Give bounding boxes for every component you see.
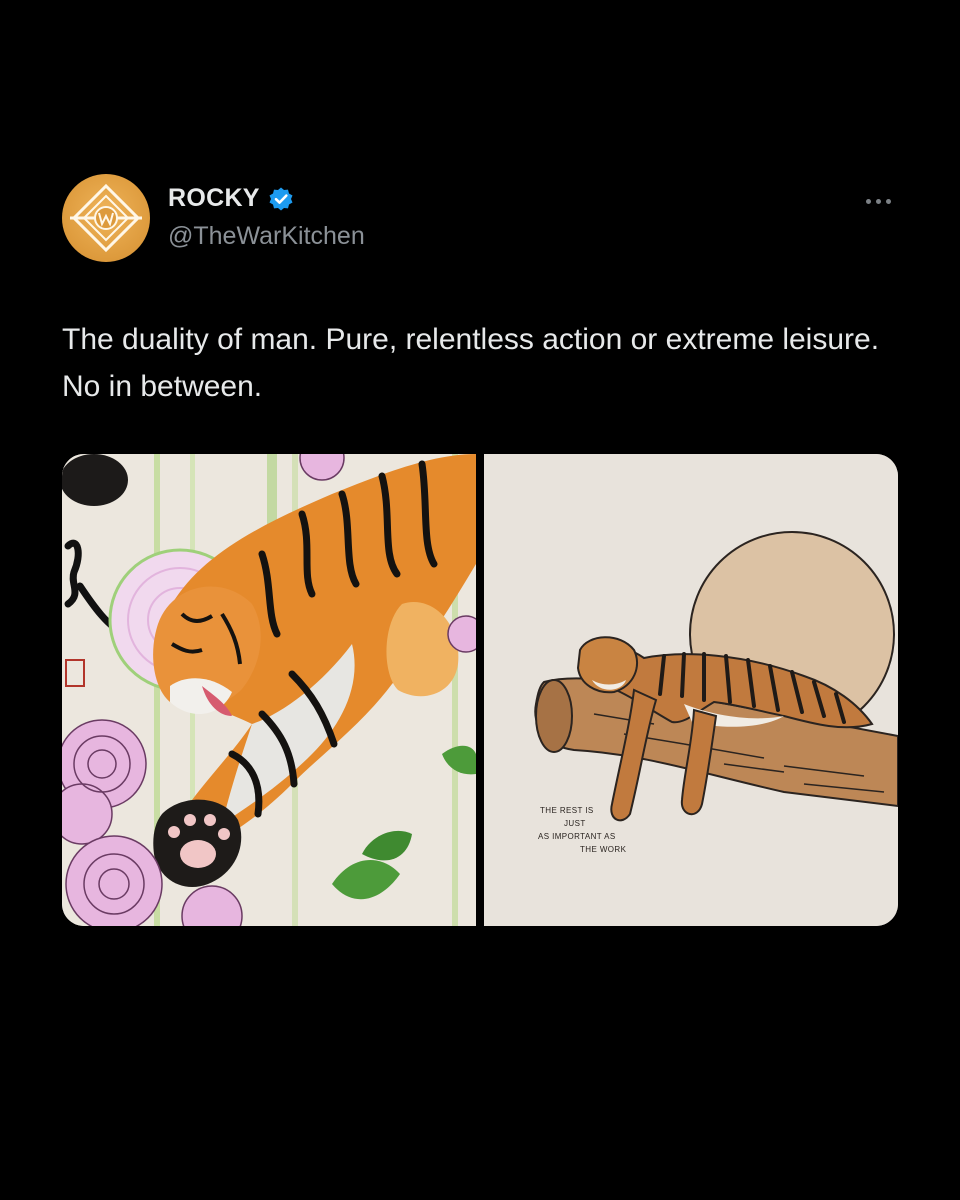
caption-line-4: THE WORK xyxy=(580,845,627,854)
more-dots-icon xyxy=(866,199,871,204)
avatar[interactable] xyxy=(62,174,150,262)
more-dot xyxy=(886,199,891,204)
author-handle[interactable]: @TheWarKitchen xyxy=(168,222,365,251)
media-image-1[interactable] xyxy=(62,454,476,926)
display-name[interactable]: ROCKY xyxy=(168,184,260,213)
leaping-tiger-painting-icon xyxy=(62,454,476,926)
tweet-media-grid: THE REST IS JUST AS IMPORTANT AS THE WOR… xyxy=(62,454,898,926)
caption-line-3: AS IMPORTANT AS xyxy=(538,832,616,841)
more-options-button[interactable] xyxy=(858,190,898,214)
more-dot xyxy=(876,199,881,204)
verified-badge-icon xyxy=(268,186,294,212)
war-kitchen-logo-icon xyxy=(70,183,142,253)
author-name-row[interactable]: ROCKY xyxy=(168,184,294,213)
tweet-text: The duality of man. Pure, relentless act… xyxy=(62,323,880,403)
media-image-2[interactable]: THE REST IS JUST AS IMPORTANT AS THE WOR… xyxy=(484,454,898,926)
caption-line-2: JUST xyxy=(564,819,586,828)
caption-line-1: THE REST IS xyxy=(540,806,594,815)
resting-tiger-illustration-icon xyxy=(484,454,898,926)
